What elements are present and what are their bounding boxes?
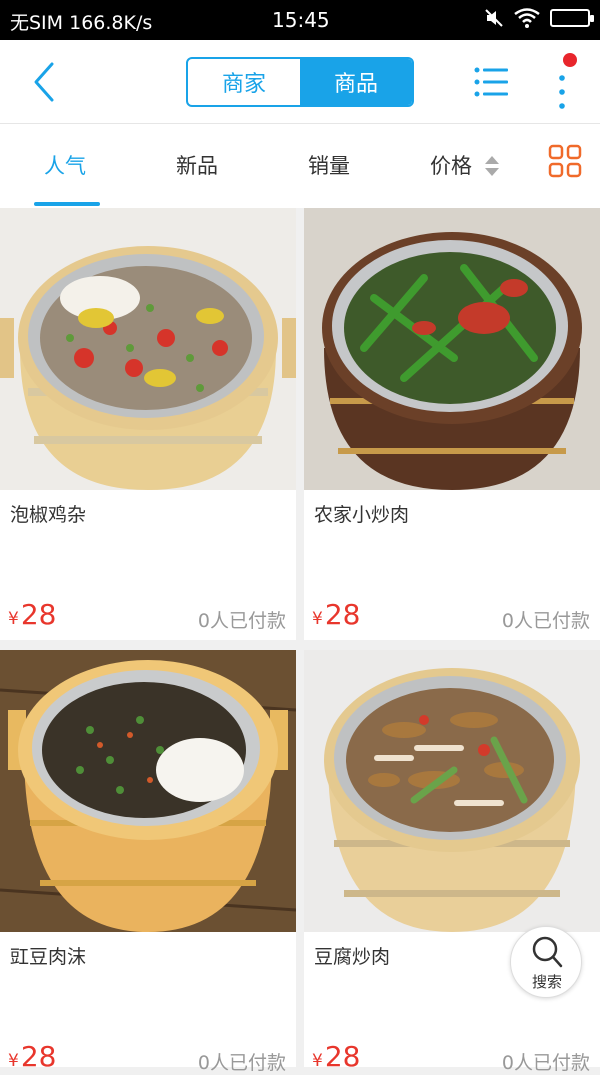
- status-bar: 无SIM 166.8K/s 15:45: [0, 0, 600, 40]
- more-icon[interactable]: [550, 52, 580, 114]
- status-icons: [484, 8, 594, 28]
- top-nav-bar: 商家 商品: [0, 40, 600, 124]
- battery-icon: [550, 9, 594, 27]
- price-value: 28: [20, 1040, 57, 1073]
- currency-symbol: ¥: [8, 1051, 19, 1071]
- wifi-icon: [514, 8, 540, 28]
- network-speed: 166.8K/s: [69, 12, 153, 34]
- sort-new[interactable]: 新品: [176, 150, 218, 180]
- product-name: 豇豆肉沫: [10, 946, 87, 968]
- price-value: 28: [20, 598, 57, 631]
- sort-sales[interactable]: 销量: [308, 150, 350, 180]
- sold-count: 0人已付款: [197, 610, 286, 632]
- product-name: 豆腐炒肉: [314, 946, 391, 968]
- product-price: ¥28: [312, 1040, 360, 1073]
- carrier-text: 无SIM: [10, 12, 64, 34]
- search-icon: [532, 936, 563, 968]
- sort-arrows-icon: [485, 156, 499, 176]
- product-name: 农家小炒肉: [314, 504, 410, 526]
- active-tab-indicator: [34, 202, 100, 206]
- product-card[interactable]: 农家小炒肉 ¥28 0人已付款: [304, 208, 600, 640]
- segment-shop[interactable]: 商家: [188, 59, 300, 105]
- currency-symbol: ¥: [312, 609, 323, 629]
- sort-bar: 人气 新品 销量 价格: [0, 124, 600, 208]
- price-value: 28: [324, 598, 361, 631]
- grid-view-icon[interactable]: [548, 144, 582, 178]
- product-card[interactable]: 豆腐炒肉 ¥28 0人已付款: [304, 650, 600, 1074]
- search-label: 搜索: [531, 973, 562, 991]
- list-icon[interactable]: [474, 66, 508, 98]
- product-name: 泡椒鸡杂: [10, 504, 87, 526]
- sold-count: 0人已付款: [501, 1052, 590, 1074]
- shop-product-switch: 商家 商品: [186, 57, 414, 107]
- product-price: ¥28: [8, 598, 56, 631]
- product-card[interactable]: 泡椒鸡杂 ¥28 0人已付款: [0, 208, 296, 640]
- mute-icon: [485, 9, 503, 27]
- product-photo: [0, 208, 296, 490]
- back-icon[interactable]: [26, 60, 66, 104]
- sort-popularity[interactable]: 人气: [44, 150, 86, 180]
- product-photo: [304, 208, 600, 490]
- sort-price[interactable]: 价格: [430, 150, 472, 180]
- product-photo: [304, 650, 600, 932]
- currency-symbol: ¥: [312, 1051, 323, 1071]
- sold-count: 0人已付款: [501, 610, 590, 632]
- product-photo: [0, 650, 296, 932]
- product-price: ¥28: [8, 1040, 56, 1073]
- price-value: 28: [324, 1040, 361, 1073]
- product-card[interactable]: 豇豆肉沫 ¥28 0人已付款: [0, 650, 296, 1074]
- currency-symbol: ¥: [8, 609, 19, 629]
- notification-dot: [563, 53, 577, 67]
- clock: 15:45: [272, 8, 330, 32]
- segment-product[interactable]: 商品: [300, 59, 412, 105]
- status-left: 无SIM 166.8K/s: [10, 8, 152, 35]
- sold-count: 0人已付款: [197, 1052, 286, 1074]
- product-price: ¥28: [312, 598, 360, 631]
- search-button[interactable]: 搜索: [510, 926, 582, 998]
